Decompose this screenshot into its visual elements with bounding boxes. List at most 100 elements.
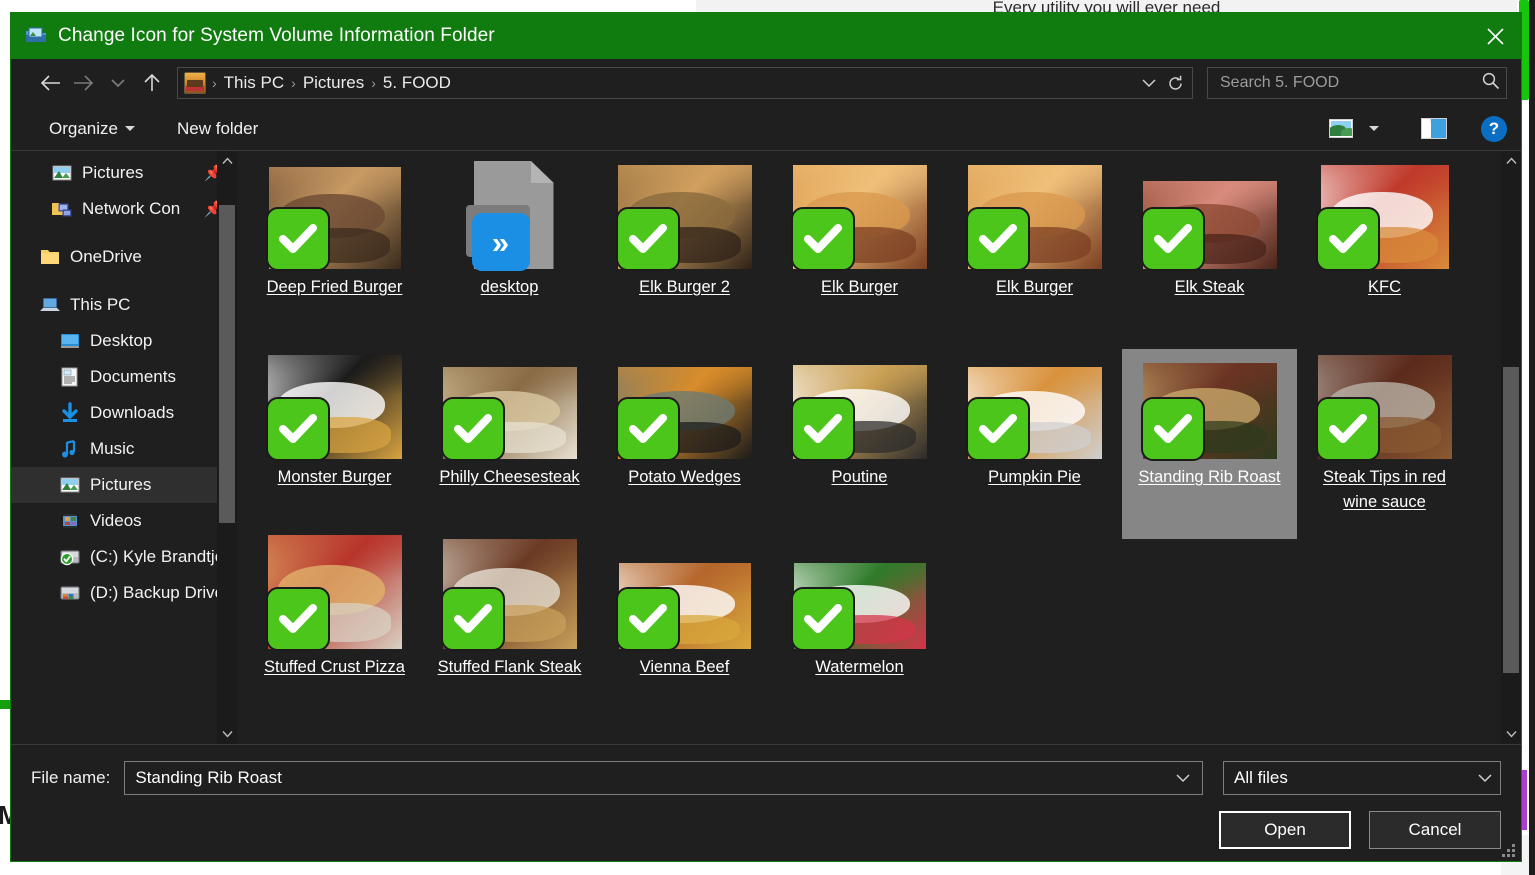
organize-button[interactable]: Organize (41, 115, 143, 143)
drive-ok-icon (59, 546, 81, 568)
file-tile[interactable]: Watermelon (772, 539, 947, 729)
sidebar-item-downloads[interactable]: Downloads (11, 395, 237, 431)
filelist-scrollbar[interactable] (1501, 151, 1521, 744)
resize-grip[interactable] (1499, 841, 1515, 857)
refresh-icon[interactable] (1162, 69, 1188, 97)
navpane-scroll-thumb[interactable] (219, 205, 235, 523)
filename-field[interactable] (124, 761, 1203, 795)
chevron-down-icon[interactable] (1136, 69, 1162, 97)
cancel-button[interactable]: Cancel (1369, 811, 1501, 849)
file-tile[interactable]: Pumpkin Pie (947, 349, 1122, 539)
search-icon[interactable] (1481, 71, 1500, 95)
sidebar-item--c-kyle-brandtje[interactable]: (C:) Kyle Brandtje (11, 539, 237, 575)
sidebar-item-videos[interactable]: Videos (11, 503, 237, 539)
chevron-double-right-icon: » (471, 213, 530, 271)
sidebar-gap-2 (11, 275, 237, 287)
file-tile[interactable]: Elk Burger (947, 159, 1122, 349)
file-tile[interactable]: Elk Burger 2 (597, 159, 772, 349)
filelist-scroll-thumb[interactable] (1503, 367, 1519, 673)
file-tile[interactable]: » desktop (422, 159, 597, 349)
file-tile[interactable]: Stuffed Crust Pizza (247, 535, 422, 729)
sync-ok-badge-icon (1140, 207, 1205, 271)
video-icon (59, 510, 81, 532)
address-bar[interactable]: › This PC › Pictures › 5. FOOD (177, 67, 1193, 99)
file-tile[interactable]: Stuffed Flank Steak (422, 539, 597, 729)
filename-label: File name: (31, 768, 111, 787)
file-tile[interactable]: Poutine (772, 349, 947, 539)
network-folder-icon (51, 198, 73, 220)
sidebar-item-pictures[interactable]: Pictures (11, 467, 237, 503)
file-type-select[interactable]: All files (1223, 761, 1501, 795)
file-thumbnail-wrap: » (443, 161, 577, 271)
chevron-down-icon[interactable] (1170, 764, 1196, 792)
dialog-title: Change Icon for System Volume Informatio… (58, 25, 495, 46)
file-thumbnail-wrap (265, 355, 402, 461)
scroll-down-icon[interactable] (217, 724, 237, 744)
breadcrumb-item-food[interactable]: 5. FOOD (378, 71, 456, 95)
back-button[interactable] (33, 66, 67, 100)
scroll-up-icon[interactable] (1501, 151, 1521, 171)
file-name-label: Elk Steak (1174, 278, 1245, 296)
view-mode-button[interactable] (1321, 115, 1361, 142)
navigation-pane: Desktop📌Downloads📌Documents📌Pictures📌Net… (11, 151, 237, 744)
sidebar-item-label: (C:) Kyle Brandtje (90, 547, 225, 566)
file-tile[interactable]: Elk Burger (772, 159, 947, 349)
file-name-label: Philly Cheesesteak (439, 468, 580, 486)
help-button[interactable]: ? (1481, 115, 1507, 142)
up-button[interactable] (135, 66, 169, 100)
filename-input[interactable] (133, 767, 1170, 789)
sidebar-item-this-pc[interactable]: This PC (11, 287, 237, 323)
sidebar-item-network-con[interactable]: Network Con 📌 (11, 191, 237, 227)
forward-button[interactable] (67, 66, 101, 100)
file-name-label: Monster Burger (277, 468, 392, 486)
file-thumbnail-wrap (440, 539, 577, 651)
file-tile[interactable]: Standing Rib Roast (1122, 349, 1297, 539)
sync-ok-badge-icon (790, 397, 855, 461)
breadcrumb-item-pictures[interactable]: Pictures (298, 71, 369, 95)
file-thumbnail-wrap (1140, 165, 1277, 271)
close-icon[interactable] (1469, 13, 1521, 59)
file-list[interactable]: Deep Fried Burger » desktop Elk Burger 2 Elk… (237, 151, 1521, 744)
file-tile[interactable]: Philly Cheesesteak (422, 349, 597, 539)
search-box[interactable] (1207, 67, 1507, 99)
file-tile[interactable]: Deep Fried Burger (247, 159, 422, 349)
sidebar-item-pictures[interactable]: Pictures 📌 (11, 155, 237, 191)
sidebar-item-onedrive[interactable]: OneDrive (11, 239, 237, 275)
sidebar-item-documents[interactable]: Documents (11, 359, 237, 395)
navpane-scroll-track[interactable] (217, 171, 237, 724)
sync-ok-badge-icon (615, 207, 680, 271)
file-tile[interactable]: Potato Wedges (597, 349, 772, 539)
file-tile[interactable]: KFC (1297, 159, 1472, 349)
file-thumbnail-wrap (1140, 355, 1277, 461)
scroll-down-icon[interactable] (1501, 724, 1521, 744)
search-input[interactable] (1218, 73, 1481, 93)
open-button[interactable]: Open (1219, 811, 1351, 849)
file-name-label: Standing Rib Roast (1138, 468, 1281, 486)
file-thumbnail-wrap (615, 165, 752, 271)
folder-picture-icon (25, 25, 47, 47)
file-thumbnail-wrap (790, 355, 927, 461)
navpane-scrollbar[interactable] (217, 151, 237, 744)
scroll-up-icon[interactable] (217, 151, 237, 171)
sidebar-item-label: Downloads (90, 403, 175, 422)
preview-pane-button[interactable] (1413, 114, 1455, 143)
file-tile[interactable]: Monster Burger (247, 349, 422, 539)
sync-ok-badge-icon (615, 587, 680, 651)
new-folder-button[interactable]: New folder (169, 115, 266, 143)
file-tile[interactable]: Elk Steak (1122, 159, 1297, 349)
file-tile[interactable]: Vienna Beef (597, 539, 772, 729)
breadcrumb-item-this-pc[interactable]: This PC (219, 71, 289, 95)
sidebar-item-music[interactable]: Music (11, 431, 237, 467)
filelist-scroll-track[interactable] (1501, 171, 1521, 724)
view-mode-dropdown[interactable] (1361, 122, 1387, 135)
address-bar-actions (1136, 69, 1188, 97)
file-name-label: Vienna Beef (639, 658, 730, 676)
sidebar-item-desktop[interactable]: Desktop (11, 323, 237, 359)
sidebar-item-label: Pictures (82, 163, 144, 182)
file-tile[interactable]: Steak Tips in red wine sauce (1297, 349, 1472, 539)
recent-locations-button[interactable] (101, 66, 135, 100)
preview-pane-icon (1421, 118, 1447, 139)
sidebar-item--d-backup-drive[interactable]: (D:) Backup Drive (11, 575, 237, 611)
sidebar-item-label: Network Con (82, 199, 181, 218)
desktop-icon (59, 330, 81, 352)
